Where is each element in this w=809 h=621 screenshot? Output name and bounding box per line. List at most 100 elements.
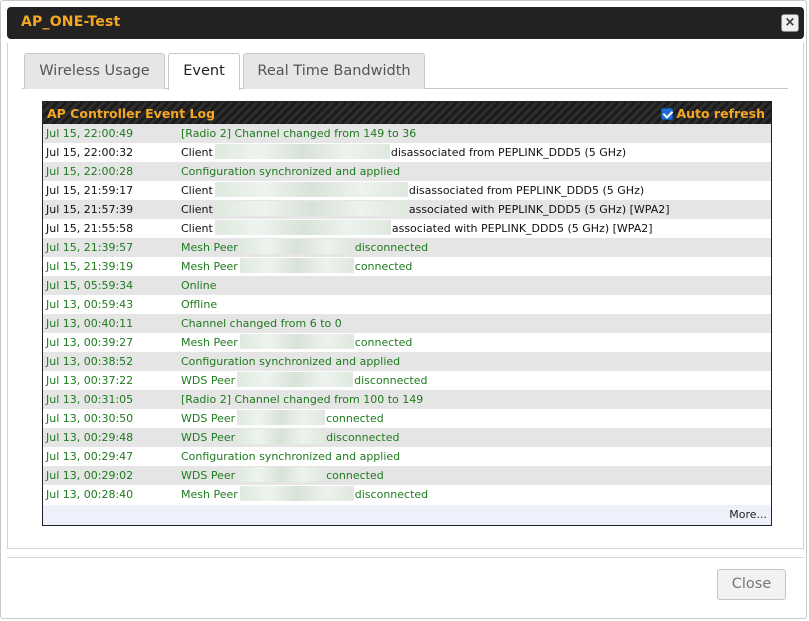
event-time: Jul 15, 21:39:19 [46,260,134,273]
event-message-suffix: connected [326,412,384,425]
event-message-text: WDS Peer [181,374,236,387]
event-time: Jul 13, 00:37:22 [46,374,134,387]
table-row: Jul 13, 00:29:47 Configuration synchroniz… [43,447,771,466]
event-time: Jul 13, 00:30:50 [46,412,134,425]
redacted-identifier [239,239,354,254]
event-message: Client associated with PEPLINK_DDD5 (5 GH… [181,219,653,238]
redacted-identifier [214,182,408,197]
table-row: Jul 15, 21:57:39 Client associated with PE… [43,200,771,219]
table-row: Jul 13, 00:31:05 [Radio 2] Channel change… [43,390,771,409]
event-time: Jul 15, 22:00:32 [46,146,134,159]
event-time: Jul 13, 00:31:05 [46,393,134,406]
event-message-suffix: disassociated from PEPLINK_DDD5 (5 GHz) [390,146,627,159]
event-message-text: Mesh Peer [181,260,238,273]
event-time: Jul 15, 21:55:58 [46,222,134,235]
event-log-header: AP Controller Event Log Auto refresh [43,102,771,124]
event-time: Jul 13, 00:28:40 [46,488,134,501]
event-time: Jul 13, 00:38:52 [46,355,134,368]
table-row: Jul 13, 00:39:27 Mesh Peer connected [43,333,771,352]
event-time: Jul 15, 21:39:57 [46,241,134,254]
event-log: AP Controller Event Log Auto refresh Jul… [42,101,772,526]
table-row: Jul 13, 00:28:40 Mesh Peer disconnected [43,485,771,504]
event-message-text: [Radio 2] Channel changed from 149 to 36 [181,127,417,140]
event-message: Channel changed from 6 to 0 [181,314,342,333]
tab-real-time-bandwidth[interactable]: Real Time Bandwidth [243,53,425,89]
event-time: Jul 15, 22:00:28 [46,165,134,178]
event-message: Mesh Peer connected [181,333,412,352]
event-time: Jul 13, 00:59:43 [46,298,134,311]
redacted-identifier [214,201,408,216]
close-button[interactable]: Close [717,569,786,600]
event-message-suffix: disconnected [354,374,428,387]
event-message-text: Configuration synchronized and applied [181,450,401,463]
event-time: Jul 13, 00:29:48 [46,431,134,444]
event-time: Jul 15, 21:59:17 [46,184,134,197]
event-time: Jul 13, 00:29:47 [46,450,134,463]
event-message: Configuration synchronized and applied [181,447,400,466]
event-message-suffix: disconnected [326,431,400,444]
dialog-title: AP_ONE-Test [21,14,121,30]
event-message-text: Online [181,279,217,292]
event-message-text: Configuration synchronized and applied [181,355,401,368]
event-message-suffix: connected [354,336,413,349]
redacted-identifier [214,220,391,235]
event-message: WDS Peer disconnected [181,428,400,447]
event-message-suffix: disconnected [354,241,429,254]
auto-refresh-checkbox[interactable] [661,108,674,120]
redacted-identifier [214,144,390,159]
table-row: Jul 15, 21:39:19 Mesh Peer connected [43,257,771,276]
event-time: Jul 13, 00:29:02 [46,469,134,482]
event-message-text: WDS Peer [181,469,236,482]
event-message: Mesh Peer connected [181,257,412,276]
auto-refresh-toggle[interactable]: Auto refresh [661,106,765,121]
tab-bar: Wireless Usage Event Real Time Bandwidth [22,51,788,90]
event-message: Configuration synchronized and applied [181,352,400,371]
event-message-suffix: disassociated from PEPLINK_DDD5 (5 GHz) [408,184,645,197]
event-message-text: [Radio 2] Channel changed from 100 to 14… [181,393,424,406]
event-message-text: Client [181,222,213,235]
event-message-text: Channel changed from 6 to 0 [181,317,342,330]
table-row: Jul 15, 22:00:32 Client disassociated from… [43,143,771,162]
redacted-identifier [239,334,354,349]
event-message-text: Configuration synchronized and applied [181,165,401,178]
event-message: Online [181,276,216,295]
table-row: Jul 13, 00:29:48 WDS Peer disconnected [43,428,771,447]
table-row: Jul 15, 05:59:34 Online [43,276,771,295]
event-message: WDS Peer connected [181,409,384,428]
event-message: Mesh Peer disconnected [181,238,428,257]
event-message-text: WDS Peer [181,412,236,425]
tab-event[interactable]: Event [168,53,240,90]
table-row: Jul 13, 00:38:52 Configuration synchroniz… [43,352,771,371]
event-message-suffix: associated with PEPLINK_DDD5 (5 GHz) [WP… [408,203,670,216]
table-row: Jul 15, 21:55:58 Client associated with PE… [43,219,771,238]
more-row: More... [43,505,771,525]
redacted-identifier [237,410,326,425]
tab-panel: Wireless Usage Event Real Time Bandwidth… [7,43,804,549]
event-time: Jul 13, 00:40:11 [46,317,134,330]
table-row: Jul 15, 21:39:57 Mesh Peer disconnected [43,238,771,257]
redacted-identifier [237,467,326,482]
event-message-suffix: connected [354,260,413,273]
event-message: Client disassociated from PEPLINK_DDD5 (5… [181,181,644,200]
event-message-text: Mesh Peer [181,336,238,349]
event-log-rows: Jul 15, 22:00:49 [Radio 2] Channel change… [43,124,771,504]
event-message-text: Client [181,146,213,159]
event-time: Jul 15, 05:59:34 [46,279,134,292]
event-message: [Radio 2] Channel changed from 100 to 14… [181,390,423,409]
event-message: WDS Peer connected [181,466,384,485]
redacted-identifier [237,429,326,444]
event-dialog: AP_ONE-Test × Wireless Usage Event Real … [0,0,807,619]
more-link[interactable]: More... [729,508,767,521]
tab-wireless-usage[interactable]: Wireless Usage [24,53,165,89]
table-row: Jul 13, 00:59:43 Offline [43,295,771,314]
auto-refresh-label: Auto refresh [676,106,765,121]
event-time: Jul 13, 00:39:27 [46,336,134,349]
event-message: Offline [181,295,217,314]
event-message: Configuration synchronized and applied [181,162,400,181]
event-message-suffix: disconnected [354,488,429,501]
event-message-suffix: connected [326,469,384,482]
table-row: Jul 15, 22:00:28 Configuration synchroniz… [43,162,771,181]
event-message-text: Client [181,203,213,216]
close-icon[interactable]: × [781,14,799,32]
event-log-title: AP Controller Event Log [47,106,216,121]
